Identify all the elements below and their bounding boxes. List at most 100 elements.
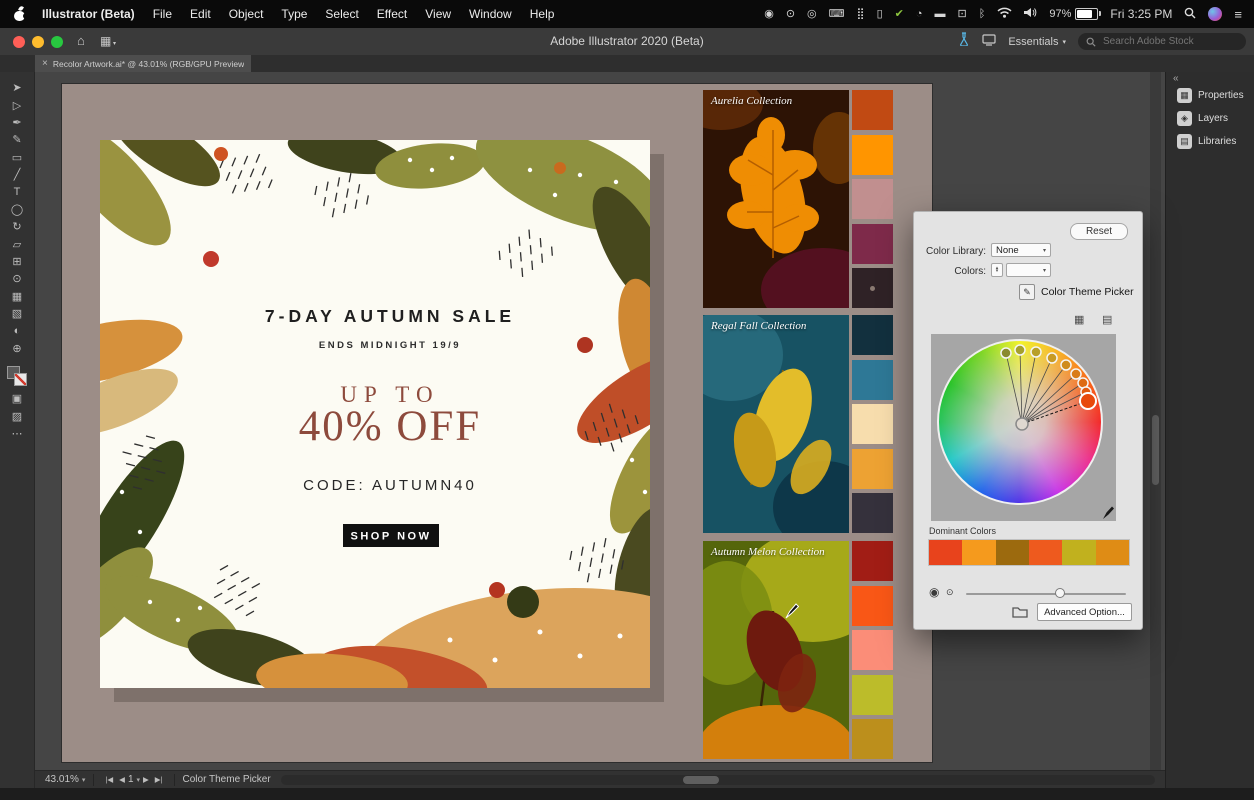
color-library-select[interactable]: None ▾ bbox=[991, 243, 1051, 257]
app-menu[interactable]: Illustrator (Beta) bbox=[42, 7, 135, 21]
battery-indicator[interactable]: 97% bbox=[1049, 8, 1098, 20]
stepper-down-icon[interactable]: ▾ bbox=[996, 270, 999, 273]
color-swatch[interactable] bbox=[852, 135, 893, 175]
vertical-scrollbar-thumb[interactable] bbox=[1152, 415, 1159, 485]
menu-select[interactable]: Select bbox=[325, 7, 358, 21]
notification-center-icon[interactable]: ≡ bbox=[1234, 8, 1242, 21]
color-swatch[interactable] bbox=[852, 224, 893, 264]
artboard[interactable]: 7-DAY AUTUMN SALE ENDS MIDNIGHT 19/9 UP … bbox=[62, 84, 932, 762]
beaker-icon[interactable] bbox=[958, 32, 970, 51]
color-swatch[interactable] bbox=[852, 404, 893, 444]
paintbrush-tool[interactable]: ╱ bbox=[6, 166, 28, 183]
menu-edit[interactable]: Edit bbox=[190, 7, 211, 21]
colors-select[interactable]: ▾ bbox=[1006, 263, 1051, 277]
home-icon[interactable]: ⌂ bbox=[77, 33, 85, 48]
draw-mode-normal[interactable]: ▣ bbox=[6, 390, 28, 407]
recolor-artwork-dialog[interactable]: Reset Color Library: None ▾ Colors: ▴ ▾ … bbox=[913, 211, 1143, 630]
color-swatch[interactable] bbox=[852, 449, 893, 489]
do-not-disturb-icon[interactable]: ▬ bbox=[935, 9, 946, 20]
collapse-panels-icon[interactable]: « bbox=[1173, 73, 1179, 84]
horizontal-scrollbar-thumb[interactable] bbox=[683, 776, 719, 784]
next-artboard-button[interactable]: ▶ bbox=[143, 775, 149, 784]
menu-help[interactable]: Help bbox=[530, 7, 555, 21]
color-group-small-icon[interactable]: ⊙ bbox=[946, 588, 954, 597]
slider-handle[interactable] bbox=[1055, 588, 1065, 598]
apple-menu-icon[interactable] bbox=[14, 8, 26, 21]
shield-icon[interactable]: ✔ bbox=[895, 9, 904, 20]
workspace-switcher[interactable]: Essentials▾ bbox=[1008, 36, 1066, 48]
direct-selection-tool[interactable]: ▷ bbox=[6, 96, 28, 113]
accessibility-icon[interactable]: ◎ bbox=[807, 9, 817, 20]
last-artboard-button[interactable]: ▶| bbox=[155, 775, 163, 784]
screen-record-icon[interactable]: ◉ bbox=[764, 9, 774, 20]
color-theme-picker-button[interactable]: ✎ Color Theme Picker bbox=[1019, 284, 1134, 300]
collection-photo-autumn-melon[interactable]: Autumn Melon Collection bbox=[703, 541, 849, 759]
dominant-color[interactable] bbox=[962, 540, 995, 565]
bluetooth-icon[interactable]: ᛒ bbox=[979, 9, 986, 20]
color-swatch[interactable] bbox=[852, 541, 893, 581]
draw-mode-behind[interactable]: ▨ bbox=[6, 408, 28, 425]
color-swatch[interactable] bbox=[852, 493, 893, 533]
scale-tool[interactable]: ▱ bbox=[6, 236, 28, 253]
dominant-color[interactable] bbox=[996, 540, 1029, 565]
zoom-tool[interactable]: ⊕ bbox=[6, 340, 28, 357]
colors-stepper[interactable]: ▴ ▾ bbox=[991, 263, 1003, 277]
color-swatch[interactable] bbox=[852, 268, 893, 308]
zoom-control[interactable]: 43.01% ▾ bbox=[35, 774, 85, 785]
color-group-icon[interactable]: ◉ bbox=[929, 586, 939, 598]
free-transform-tool[interactable]: ⊞ bbox=[6, 253, 28, 270]
pen-tool[interactable]: ✒ bbox=[6, 114, 28, 131]
save-group-folder-icon[interactable] bbox=[1012, 605, 1028, 618]
gradient-tool[interactable]: ▧ bbox=[6, 305, 28, 322]
minimize-window-button[interactable] bbox=[32, 36, 44, 48]
menu-window[interactable]: Window bbox=[469, 7, 512, 21]
menu-object[interactable]: Object bbox=[229, 7, 264, 21]
menu-view[interactable]: View bbox=[425, 7, 451, 21]
siri-icon[interactable] bbox=[1208, 7, 1222, 21]
ellipse-tool[interactable]: ◯ bbox=[6, 201, 28, 218]
artboard-selector[interactable]: 1 ▾ bbox=[128, 774, 140, 785]
fill-stroke-widget[interactable] bbox=[7, 366, 27, 386]
dominant-color[interactable] bbox=[929, 540, 962, 565]
type-tool[interactable]: T bbox=[6, 183, 28, 200]
vertical-scrollbar[interactable] bbox=[1150, 72, 1161, 770]
time-machine-icon[interactable]: ◔ bbox=[916, 9, 923, 20]
sidecar-icon[interactable]: ▯ bbox=[877, 9, 883, 20]
prev-artboard-button[interactable]: ◀ bbox=[119, 775, 125, 784]
document-tab[interactable]: × Recolor Artwork.ai* @ 43.01% (RGB/GPU … bbox=[35, 55, 251, 72]
color-bar-view-icon[interactable]: ▤ bbox=[1102, 313, 1112, 326]
color-wheel[interactable] bbox=[937, 339, 1103, 505]
gpu-performance-icon[interactable] bbox=[982, 33, 996, 51]
color-swatch[interactable] bbox=[852, 179, 893, 219]
stock-search-field[interactable] bbox=[1078, 33, 1246, 50]
arrange-documents-icon[interactable]: ▦ ▾ bbox=[100, 34, 116, 48]
collection-photo-aurelia[interactable]: Aurelia Collection bbox=[703, 90, 849, 308]
grid-icon[interactable]: ⣿ bbox=[857, 9, 865, 20]
close-window-button[interactable] bbox=[13, 36, 25, 48]
camera-icon[interactable]: ⊙ bbox=[786, 9, 795, 20]
search-input[interactable] bbox=[1101, 35, 1238, 48]
menu-type[interactable]: Type bbox=[281, 7, 307, 21]
panel-tab-properties[interactable]: ▦ Properties bbox=[1166, 85, 1254, 106]
advanced-options-button[interactable]: Advanced Option... bbox=[1037, 603, 1132, 621]
selection-tool[interactable]: ➤ bbox=[6, 79, 28, 96]
color-grid-view-icon[interactable]: ▦ bbox=[1074, 313, 1084, 326]
dominant-color[interactable] bbox=[1062, 540, 1095, 565]
eyedropper-icon[interactable] bbox=[1102, 505, 1115, 520]
first-artboard-button[interactable]: |◀ bbox=[105, 775, 113, 784]
reset-button[interactable]: Reset bbox=[1070, 223, 1128, 240]
color-swatch[interactable] bbox=[852, 675, 893, 715]
keyboard-icon[interactable]: ⌨ bbox=[829, 9, 845, 20]
horizontal-scrollbar[interactable] bbox=[281, 775, 1155, 785]
curvature-tool[interactable]: ✎ bbox=[6, 131, 28, 148]
rectangle-tool[interactable]: ▭ bbox=[6, 149, 28, 166]
color-swatch[interactable] bbox=[852, 315, 893, 355]
color-swatch[interactable] bbox=[852, 90, 893, 130]
panel-tab-libraries[interactable]: ▤ Libraries bbox=[1166, 131, 1254, 152]
menu-effect[interactable]: Effect bbox=[377, 7, 407, 21]
mesh-tool[interactable]: ▦ bbox=[6, 288, 28, 305]
shape-builder-tool[interactable]: ⊙ bbox=[6, 270, 28, 287]
spotlight-icon[interactable] bbox=[1184, 7, 1196, 22]
display-icon[interactable]: ⊡ bbox=[958, 9, 967, 20]
dominant-color[interactable] bbox=[1029, 540, 1062, 565]
